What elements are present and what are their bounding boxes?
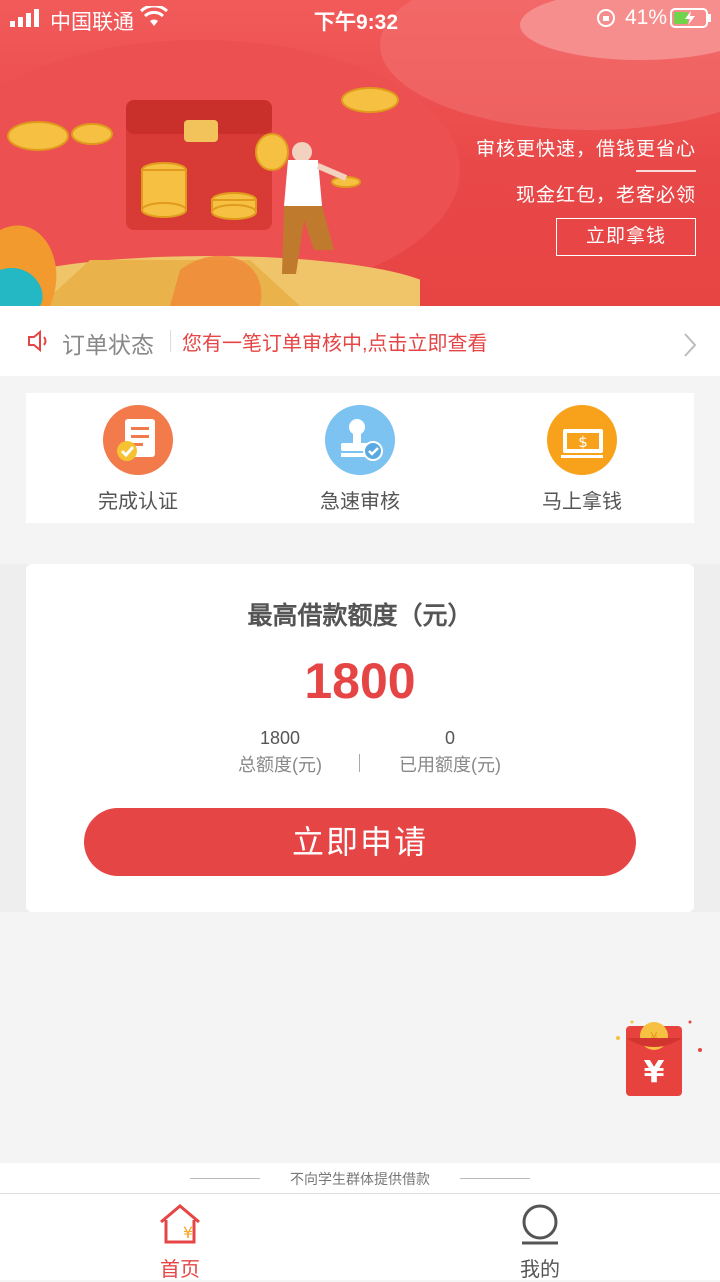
process-steps: 完成认证 急速审核 $ 马上拿钱 [26, 393, 694, 523]
step-label: 完成认证 [98, 491, 178, 513]
used-limit-value: 0 [444, 728, 455, 748]
svg-text:$: $ [578, 433, 588, 451]
stat-divider [359, 754, 360, 772]
speaker-icon [28, 329, 47, 353]
used-limit: 0 已用额度(元) [370, 728, 530, 777]
disclaimer-text: 不向学生群体提供借款 [290, 1171, 430, 1187]
red-packet-icon[interactable]: ¥ ¥ [610, 1016, 706, 1100]
hero-banner: 中国联通 下午9:32 41% 审核更快速，借钱更省心 现金红包，老客必领 立即… [0, 0, 720, 306]
step-review: 急速审核 [260, 405, 460, 515]
bottom-tab-bar: ¥ 首页 我的 [0, 1193, 720, 1282]
step-verify: 完成认证 [38, 405, 238, 515]
step-cash: $ 马上拿钱 [482, 405, 682, 515]
tab-home[interactable]: ¥ 首页 [120, 1202, 240, 1282]
notice-message[interactable]: 您有一笔订单审核中,点击立即查看 [182, 327, 488, 356]
total-limit-label: 总额度(元) [238, 755, 322, 775]
chevron-right-icon[interactable] [682, 332, 698, 358]
svg-text:¥: ¥ [644, 1055, 665, 1090]
used-limit-label: 已用额度(元) [399, 755, 501, 775]
status-bar: 中国联通 下午9:32 41% [0, 0, 720, 38]
disclaimer-bar: 不向学生群体提供借款 [0, 1163, 720, 1193]
apply-button[interactable]: 立即申请 [84, 808, 636, 876]
signal-icon [10, 9, 39, 27]
total-limit: 1800 总额度(元) [200, 728, 360, 777]
notice-label: 订单状态 [62, 332, 154, 358]
step-label: 急速审核 [320, 491, 400, 513]
disclaimer-line [460, 1178, 530, 1179]
tab-mine[interactable]: 我的 [480, 1202, 600, 1282]
orientation-lock-icon [597, 9, 615, 27]
wifi-icon [140, 6, 168, 26]
user-icon [522, 1204, 558, 1245]
hero-illustration [0, 87, 420, 306]
total-limit-value: 1800 [259, 728, 301, 748]
svg-text:¥: ¥ [183, 1223, 193, 1242]
document-check-icon [103, 405, 173, 475]
cash-icon: $ [547, 405, 617, 475]
stamp-check-icon [325, 405, 395, 475]
hero-divider [636, 170, 696, 172]
loan-max-amount: 1800 [304, 653, 416, 709]
hero-slogan: 现金红包，老客必领 [515, 185, 696, 206]
notice-separator [170, 330, 171, 352]
tab-label: 首页 [160, 1259, 200, 1281]
tab-label: 我的 [520, 1259, 560, 1281]
loan-card: 最高借款额度（元） 1800 1800 总额度(元) 0 已用额度(元) 立即申… [26, 564, 694, 912]
hero-slogan: 审核更快速，借钱更省心 [475, 139, 696, 160]
order-status-notice[interactable]: 订单状态 您有一笔订单审核中,点击立即查看 [0, 306, 720, 376]
step-label: 马上拿钱 [542, 491, 622, 513]
battery-percent: 41% [625, 6, 668, 29]
carrier-name: 中国联通 [50, 11, 134, 34]
get-money-button[interactable]: 立即拿钱 [556, 218, 696, 256]
home-yen-icon: ¥ [160, 1204, 200, 1244]
clock-time: 下午9:32 [314, 11, 399, 34]
battery-icon [670, 8, 711, 28]
loan-title: 最高借款额度（元） [247, 602, 473, 630]
